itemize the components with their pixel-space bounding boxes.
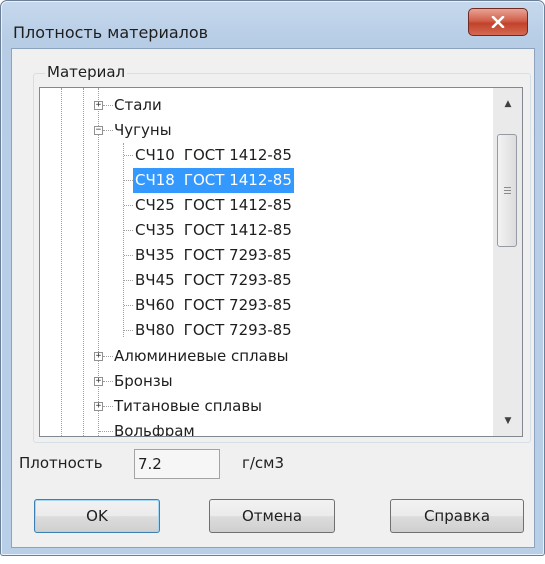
tree-connector <box>103 356 113 357</box>
expand-icon[interactable]: + <box>94 101 103 110</box>
expand-icon[interactable]: + <box>94 402 103 411</box>
tree-rows: + Стали − Чугуны СЧ10 ГОСТ 1412-85 СЧ18 ГО… <box>40 88 490 437</box>
density-field[interactable]: 7.2 <box>134 449 220 479</box>
grip-line <box>504 193 511 194</box>
grip-line <box>504 190 511 191</box>
tree-connector <box>124 155 133 156</box>
tree-item-sch35[interactable]: СЧ35 ГОСТ 1412-85 <box>40 218 490 243</box>
material-grade: ВЧ80 <box>135 321 175 339</box>
material-grade: ВЧ60 <box>135 296 175 314</box>
tree-vertical-scrollbar[interactable]: ▲ ▼ <box>493 88 522 436</box>
tree-item-sch18-selected[interactable]: СЧ18 ГОСТ 1412-85 <box>40 168 490 193</box>
tree-connector <box>99 431 113 432</box>
tree-item-titanium-alloys[interactable]: + Титановые сплавы <box>40 394 490 419</box>
tree-item-steels[interactable]: + Стали <box>40 93 490 118</box>
grip-line <box>504 187 511 188</box>
tree-item-tungsten[interactable]: Вольфрам <box>40 419 490 437</box>
material-standard: ГОСТ 1412-85 <box>183 171 292 189</box>
density-unit: г/см3 <box>242 454 285 472</box>
material-grade: СЧ10 <box>135 146 175 164</box>
cancel-button[interactable]: Отмена <box>209 499 335 533</box>
expand-icon[interactable]: + <box>94 352 103 361</box>
material-grade: СЧ18 <box>135 171 175 189</box>
material-tree[interactable]: + Стали − Чугуны СЧ10 ГОСТ 1412-85 СЧ18 ГО… <box>39 87 523 437</box>
tree-item-sch10[interactable]: СЧ10 ГОСТ 1412-85 <box>40 143 490 168</box>
ok-button[interactable]: OK <box>34 499 160 533</box>
tree-connector <box>124 305 133 306</box>
tree-item-label: Алюминиевые сплавы <box>114 347 289 365</box>
scroll-down-icon[interactable]: ▼ <box>500 413 516 429</box>
window-title: Плотность материалов <box>13 23 209 42</box>
tree-item-label: Вольфрам <box>114 422 195 437</box>
tree-item-vch80[interactable]: ВЧ80 ГОСТ 7293-85 <box>40 318 490 343</box>
tree-connector <box>124 330 133 331</box>
tree-item-bronzes[interactable]: + Бронзы <box>40 369 490 394</box>
tree-connector <box>103 381 113 382</box>
density-label: Плотность <box>19 454 103 472</box>
tree-item-vch45[interactable]: ВЧ45 ГОСТ 7293-85 <box>40 268 490 293</box>
tree-item-aluminium-alloys[interactable]: + Алюминиевые сплавы <box>40 344 490 369</box>
tree-connector <box>124 280 133 281</box>
close-icon <box>491 16 505 28</box>
tree-connector <box>103 105 113 106</box>
material-standard: ГОСТ 1412-85 <box>183 146 292 164</box>
material-standard: ГОСТ 1412-85 <box>183 221 292 239</box>
tree-item-vch35[interactable]: ВЧ35 ГОСТ 7293-85 <box>40 243 490 268</box>
tree-connector <box>124 205 133 206</box>
dialog-window: Плотность материалов Материал + Стали − <box>0 0 545 556</box>
expand-icon[interactable]: + <box>94 377 103 386</box>
collapse-icon[interactable]: − <box>94 126 103 135</box>
material-standard: ГОСТ 7293-85 <box>183 296 292 314</box>
tree-item-label: Чугуны <box>114 121 172 139</box>
tree-connector <box>124 230 133 231</box>
material-grade: СЧ25 <box>135 196 175 214</box>
material-standard: ГОСТ 1412-85 <box>183 196 292 214</box>
close-button[interactable] <box>468 8 528 36</box>
tree-connector <box>103 406 113 407</box>
material-standard: ГОСТ 7293-85 <box>183 271 292 289</box>
tree-item-vch60[interactable]: ВЧ60 ГОСТ 7293-85 <box>40 293 490 318</box>
tree-connector <box>124 180 133 181</box>
material-grade: СЧ35 <box>135 221 175 239</box>
tree-item-cast-irons[interactable]: − Чугуны <box>40 118 490 143</box>
tree-item-sch25[interactable]: СЧ25 ГОСТ 1412-85 <box>40 193 490 218</box>
tree-item-label: Бронзы <box>114 372 173 390</box>
material-standard: ГОСТ 7293-85 <box>183 321 292 339</box>
tree-connector <box>124 255 133 256</box>
material-grade: ВЧ45 <box>135 271 175 289</box>
tree-item-label: Титановые сплавы <box>114 397 263 415</box>
material-standard: ГОСТ 7293-85 <box>183 246 292 264</box>
help-button[interactable]: Справка <box>390 499 524 533</box>
material-group-label: Материал <box>45 63 128 81</box>
tree-item-label: Стали <box>114 96 162 114</box>
scroll-up-icon[interactable]: ▲ <box>500 96 516 112</box>
material-grade: ВЧ35 <box>135 246 175 264</box>
scrollbar-thumb[interactable] <box>497 134 517 247</box>
tree-connector <box>103 130 113 131</box>
